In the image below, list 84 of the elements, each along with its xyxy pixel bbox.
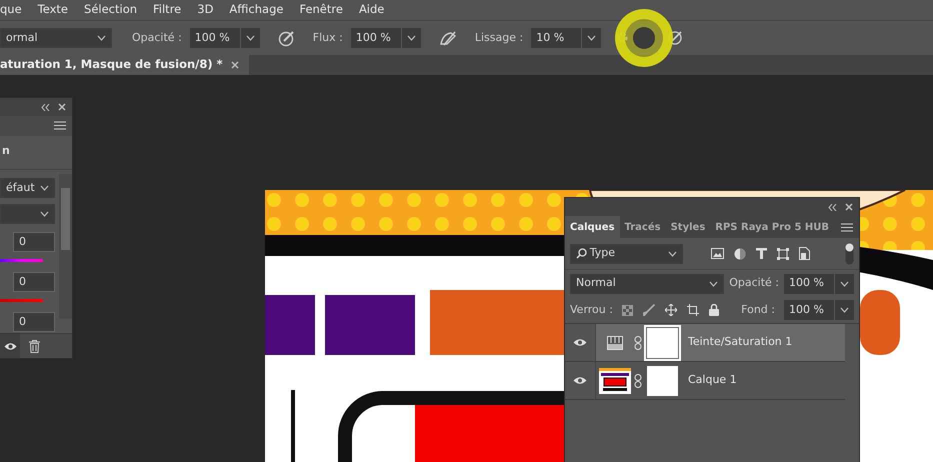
- link-icon[interactable]: [634, 336, 642, 350]
- half-circle-icon[interactable]: [734, 248, 746, 260]
- fill-field[interactable]: 100 %: [784, 300, 834, 320]
- menu-item[interactable]: Texte: [38, 1, 68, 19]
- flow-field[interactable]: 100 %: [350, 28, 401, 48]
- chevron-down-icon: [709, 280, 718, 286]
- value-field[interactable]: 0: [13, 312, 55, 332]
- eye-icon[interactable]: [4, 342, 16, 350]
- image-icon[interactable]: [711, 248, 724, 259]
- chevron-down-icon: [97, 35, 106, 41]
- menu-item[interactable]: Sélection: [84, 1, 138, 19]
- collapse-icon[interactable]: [828, 204, 837, 210]
- menu-icon[interactable]: [54, 121, 66, 130]
- checkerboard-icon[interactable]: [622, 304, 633, 316]
- dropdown-button[interactable]: [240, 28, 260, 48]
- pressure-brush-icon[interactable]: [667, 30, 684, 46]
- crop-icon[interactable]: [686, 304, 699, 316]
- menu-item[interactable]: Fenêtre: [299, 1, 343, 19]
- layer-thumbnail: [599, 368, 631, 394]
- option-label: Fond :: [741, 302, 775, 318]
- toggle-icon[interactable]: [845, 242, 854, 264]
- chevron-down-icon: [840, 280, 849, 286]
- eye-icon[interactable]: [573, 376, 587, 385]
- chevron-down-icon: [246, 35, 255, 41]
- option-label: Lissage :: [474, 30, 524, 46]
- lock-icon[interactable]: [708, 304, 719, 316]
- option-label: Opacité :: [132, 30, 182, 46]
- transform-icon[interactable]: [777, 248, 789, 260]
- menu-item[interactable]: 3D: [197, 1, 214, 19]
- brush-icon[interactable]: [642, 304, 655, 316]
- menu-item[interactable]: Aide: [358, 1, 384, 19]
- brush-angle-icon[interactable]: [438, 30, 457, 46]
- value-field[interactable]: 0: [13, 232, 55, 252]
- dropdown-button[interactable]: [834, 300, 854, 320]
- value-field[interactable]: 0: [13, 272, 55, 292]
- option-label: Flux :: [312, 30, 343, 46]
- opacity-field[interactable]: 100 %: [190, 28, 240, 48]
- close-icon[interactable]: [845, 203, 853, 211]
- menu-item[interactable]: Filtre: [153, 1, 182, 19]
- panel-heading: n: [0, 136, 72, 170]
- move-icon[interactable]: [664, 304, 677, 316]
- scrollbar-thumb[interactable]: [61, 188, 70, 250]
- opacity-field[interactable]: 100 %: [784, 274, 834, 294]
- chevron-down-icon: [406, 35, 416, 41]
- collapse-icon[interactable]: [41, 104, 50, 110]
- scrollbar[interactable]: [59, 174, 72, 319]
- close-icon[interactable]: [230, 61, 239, 69]
- dropdown-button[interactable]: [834, 274, 854, 294]
- panel-tab[interactable]: Calques: [565, 216, 620, 238]
- airbrush-icon[interactable]: [278, 30, 295, 46]
- layer-row[interactable]: Teinte/Saturation 1: [565, 324, 845, 362]
- search-icon: [576, 248, 587, 259]
- layer-name: Teinte/Saturation 1: [688, 334, 792, 350]
- trash-icon[interactable]: [29, 340, 40, 353]
- preset-dropdown[interactable]: éfaut: [0, 178, 55, 198]
- option-label: Opacité :: [729, 275, 779, 292]
- chevron-down-icon: [587, 35, 596, 41]
- eye-icon[interactable]: [573, 338, 587, 347]
- slider-track[interactable]: [0, 259, 43, 262]
- adjustment-icon: [607, 336, 623, 350]
- layer-row[interactable]: Calque 1: [565, 362, 845, 400]
- filter-dropdown[interactable]: Type: [570, 244, 683, 264]
- chevron-down-icon: [668, 250, 677, 256]
- dropdown-button[interactable]: [400, 28, 421, 48]
- close-icon[interactable]: [58, 103, 66, 111]
- menu-item[interactable]: que: [0, 1, 22, 19]
- link-icon[interactable]: [634, 374, 642, 388]
- layer-name: Calque 1: [688, 372, 737, 388]
- document-icon[interactable]: [799, 247, 810, 260]
- blend-mode-dropdown[interactable]: ormal: [0, 28, 112, 48]
- document-tab[interactable]: aturation 1, Masque de fusion/8) *: [0, 55, 249, 75]
- menu-item[interactable]: Affichage: [229, 1, 284, 19]
- chevron-down-icon: [40, 211, 49, 217]
- slider-track[interactable]: [0, 299, 43, 302]
- dropdown-button[interactable]: [581, 28, 602, 48]
- mask-thumbnail[interactable]: [647, 366, 678, 396]
- type-icon[interactable]: [756, 248, 767, 259]
- menu-icon[interactable]: [841, 222, 853, 232]
- chevron-down-icon: [40, 185, 49, 191]
- smoothing-field[interactable]: 10 %: [531, 28, 582, 48]
- option-label: Verrou :: [570, 302, 613, 318]
- chevron-down-icon: [840, 307, 849, 313]
- mask-thumbnail[interactable]: [647, 328, 678, 358]
- blend-mode-dropdown[interactable]: Normal: [570, 274, 724, 294]
